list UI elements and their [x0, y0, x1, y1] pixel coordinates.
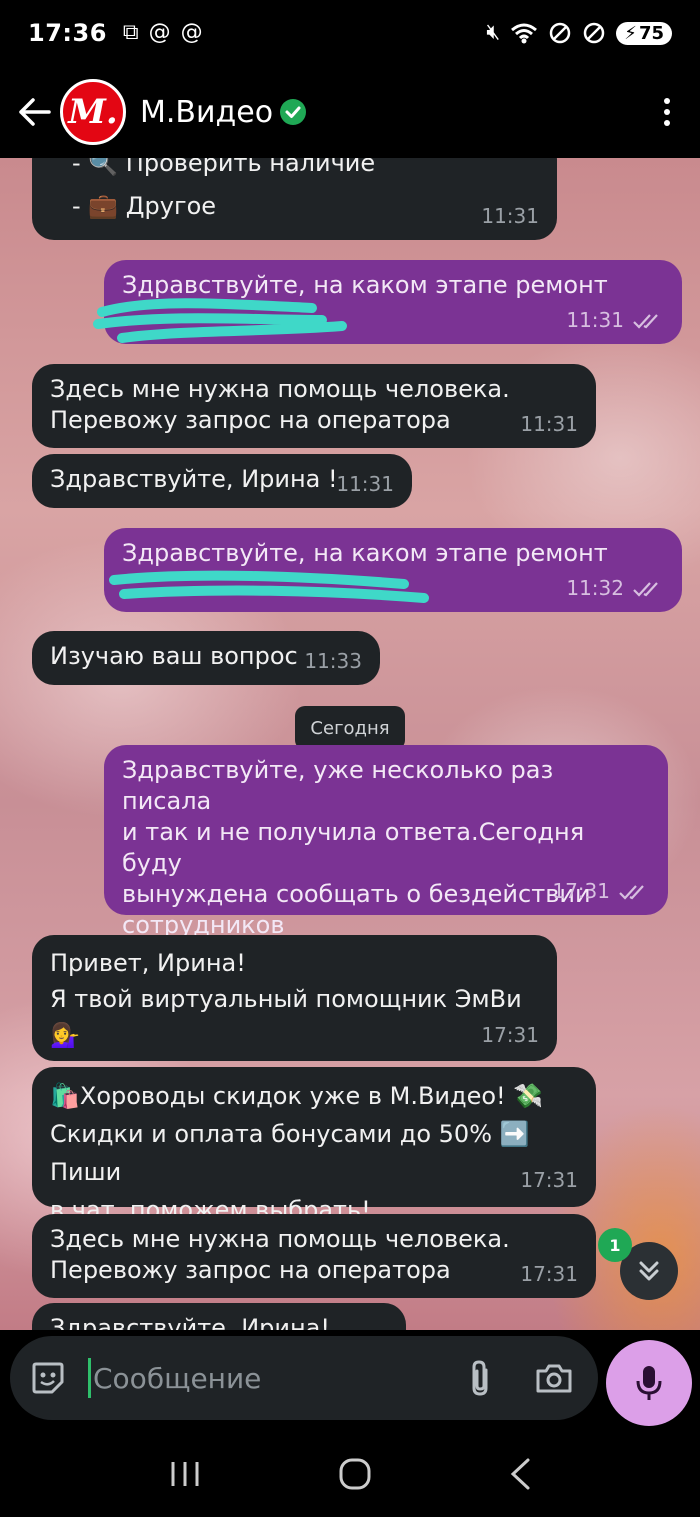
charging-icon: ⚡ [624, 22, 637, 44]
at-icon: @ [180, 20, 203, 45]
no-disturb-icon [550, 22, 571, 44]
chat-title[interactable]: М.Видео [140, 95, 273, 130]
arrow-left-icon [19, 98, 51, 126]
status-time: 17:36 [28, 19, 107, 47]
wifi-icon [511, 23, 538, 44]
read-checkmarks-icon [633, 313, 658, 329]
at-icon: @ [148, 20, 171, 45]
chat-header: М. М.Видео [0, 66, 700, 158]
system-navigation-bar [0, 1430, 700, 1517]
message-time: 11:31 [566, 308, 624, 332]
message-time: 17:31 [552, 879, 610, 903]
no-disturb-icon [584, 22, 605, 44]
more-options-button[interactable] [664, 98, 670, 126]
message-time: 11:31 [481, 204, 539, 228]
verified-icon [280, 99, 307, 125]
message-input[interactable]: Сообщение [88, 1358, 261, 1398]
read-checkmarks-icon [633, 581, 658, 597]
screenshot-icon: ⧉ [122, 20, 139, 45]
message-incoming[interactable]: 🛍️Хороводы скидок уже в М.Видео! 💸 Скидк… [32, 1067, 596, 1224]
message-incoming[interactable]: Привет, Ирина! Я твой виртуальный помощн… [32, 935, 557, 1061]
recent-apps-icon[interactable] [168, 1459, 202, 1489]
message-time: 17:31 [481, 1023, 539, 1047]
message-time: 11:32 [566, 576, 624, 600]
message-incoming[interactable]: Здравствуйте, Ирина! [32, 1303, 406, 1330]
read-checkmarks-icon [619, 884, 644, 900]
message-time: 17:31 [520, 1168, 578, 1192]
double-chevron-down-icon [639, 1261, 659, 1281]
mute-icon: 🔇︎ [486, 20, 501, 45]
redaction-scribble [109, 570, 429, 603]
message-incoming[interactable]: Здесь мне нужна помощь человека. Перевож… [32, 1214, 596, 1298]
message-outgoing[interactable]: Здравствуйте, на каком этапе ремонт 11:3… [93, 260, 682, 344]
microphone-icon [636, 1366, 662, 1400]
nav-back-icon[interactable] [508, 1457, 532, 1491]
avatar-logo: М. [68, 92, 118, 132]
message-incoming[interactable]: Изучаю ваш вопрос 11:33 [32, 631, 380, 685]
home-icon[interactable] [338, 1457, 372, 1491]
chat-messages[interactable]: - 🔍 Проверить наличие - 💼 Другое 11:31 З… [0, 158, 700, 1330]
avatar[interactable]: М. [60, 79, 126, 145]
status-bar: 17:36 ⧉ @ @ 🔇︎ ⚡ 75 [0, 0, 700, 66]
voice-message-button[interactable] [606, 1340, 692, 1426]
date-separator: Сегодня [295, 706, 405, 750]
message-input-container[interactable]: Сообщение [10, 1336, 598, 1420]
sticker-icon[interactable] [28, 1358, 68, 1398]
message-composer: Сообщение [0, 1330, 700, 1430]
message-incoming[interactable]: - 🔍 Проверить наличие - 💼 Другое 11:31 [32, 158, 557, 240]
message-time: 17:31 [520, 1262, 578, 1286]
paperclip-icon[interactable] [466, 1358, 494, 1398]
unread-badge: 1 [598, 1228, 632, 1262]
message-time: 11:31 [336, 472, 394, 496]
message-outgoing[interactable]: Здравствуйте, на каком этапе ремонт 11:3… [104, 528, 682, 612]
battery-indicator: ⚡ 75 [616, 21, 672, 45]
message-time: 11:33 [304, 649, 362, 673]
back-button[interactable] [4, 82, 64, 142]
message-time: 11:31 [520, 412, 578, 436]
message-outgoing[interactable]: Здравствуйте, уже несколько раз писала и… [104, 745, 668, 939]
message-incoming[interactable]: Здравствуйте, Ирина ! 11:31 [32, 454, 412, 508]
camera-icon[interactable] [534, 1360, 574, 1396]
message-incoming[interactable]: Здесь мне нужна помощь человека. Перевож… [32, 364, 596, 448]
